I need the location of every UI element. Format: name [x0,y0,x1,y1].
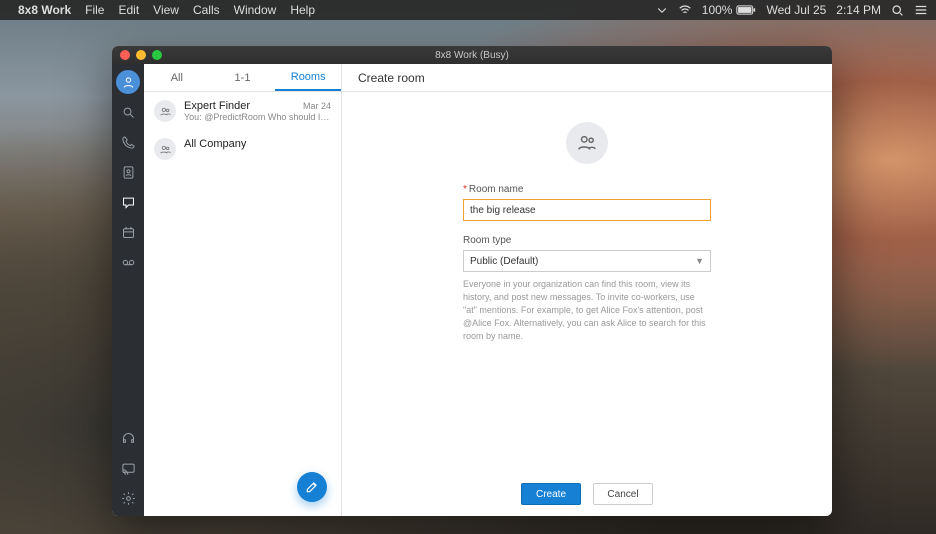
room-name: All Company [184,138,246,150]
room-avatar-placeholder[interactable] [566,122,608,164]
room-name: Expert Finder [184,100,250,112]
menubar-date[interactable]: Wed Jul 25 [766,3,826,17]
cancel-button[interactable]: Cancel [593,483,653,505]
nav-messages[interactable] [116,190,140,214]
room-name-input[interactable] [463,199,711,221]
room-type-label: Room type [463,235,711,246]
main-panel: Create room *Room name Room type [342,64,832,516]
nav-headset[interactable] [116,426,140,450]
create-button[interactable]: Create [521,483,581,505]
battery-status[interactable]: 100% [702,3,757,17]
room-name-label: *Room name [463,184,711,195]
desktop-background: 8x8 Work File Edit View Calls Window Hel… [0,0,936,534]
macos-menubar: 8x8 Work File Edit View Calls Window Hel… [0,0,936,20]
left-nav-rail [112,64,144,516]
window-titlebar[interactable]: 8x8 Work (Busy) [112,46,832,64]
menu-extras-icon[interactable] [914,3,928,17]
tab-all[interactable]: All [144,64,210,91]
room-type-value: Public (Default) [470,256,538,267]
menu-help[interactable]: Help [290,3,315,17]
window-title: 8x8 Work (Busy) [112,50,832,61]
nav-search[interactable] [116,100,140,124]
wifi-icon[interactable] [678,3,692,17]
main-heading: Create room [342,64,832,92]
tab-1-1[interactable]: 1-1 [210,64,276,91]
menubar-time[interactable]: 2:14 PM [836,3,881,17]
nav-settings[interactable] [116,486,140,510]
group-avatar-icon [154,100,176,122]
status-dropdown-icon[interactable] [656,4,668,16]
rooms-panel: All 1-1 Rooms Expert Finder Mar 24 You: @… [144,64,342,516]
nav-voicemail[interactable] [116,250,140,274]
group-avatar-icon [154,138,176,160]
menu-file[interactable]: File [85,3,104,17]
room-date: Mar 24 [303,101,331,111]
rooms-tabs: All 1-1 Rooms [144,64,341,92]
nav-meetings[interactable] [116,220,140,244]
room-list: Expert Finder Mar 24 You: @PredictRoom Wh… [144,92,341,516]
room-item[interactable]: All Company [144,130,341,168]
chevron-down-icon: ▼ [695,256,704,266]
app-menu[interactable]: 8x8 Work [18,3,71,17]
menu-view[interactable]: View [153,3,179,17]
menu-edit[interactable]: Edit [118,3,139,17]
room-preview: You: @PredictRoom Who should I ask a... [184,112,331,122]
menu-window[interactable]: Window [234,3,277,17]
nav-cast[interactable] [116,456,140,480]
form-footer: Create Cancel [342,472,832,516]
app-window: 8x8 Work (Busy) All 1-1 Rooms [112,46,832,516]
compose-button[interactable] [297,472,327,502]
nav-contacts[interactable] [116,160,140,184]
room-type-select[interactable]: Public (Default) ▼ [463,250,711,272]
menu-calls[interactable]: Calls [193,3,220,17]
room-item[interactable]: Expert Finder Mar 24 You: @PredictRoom Wh… [144,92,341,130]
nav-profile[interactable] [116,70,140,94]
spotlight-icon[interactable] [891,4,904,17]
room-type-help: Everyone in your organization can find t… [463,278,711,343]
tab-rooms[interactable]: Rooms [275,64,341,91]
nav-calls[interactable] [116,130,140,154]
